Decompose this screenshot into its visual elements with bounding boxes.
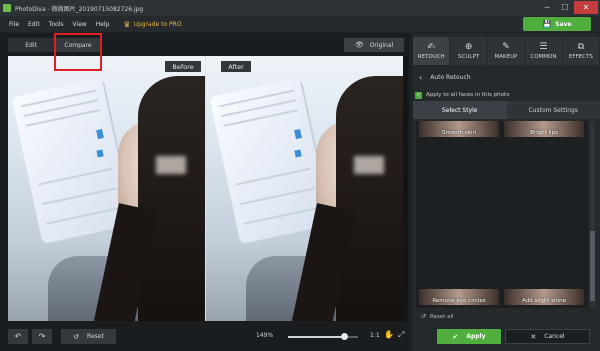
save-icon: 💾	[542, 20, 552, 28]
save-label: Save	[555, 20, 572, 28]
before-photo	[8, 56, 205, 321]
close-icon: ✕	[530, 332, 537, 341]
save-button[interactable]: 💾 Save	[523, 17, 591, 31]
makeup-icon: ✎	[502, 42, 510, 52]
original-label: Original	[369, 41, 394, 49]
actual-size-button[interactable]: 1:1	[370, 332, 380, 339]
tab-makeup[interactable]: ✎ MAKEUP	[487, 37, 525, 65]
cancel-button[interactable]: ✕ Cancel	[505, 329, 590, 344]
cancel-label: Cancel	[544, 333, 565, 340]
apply-button[interactable]: ✔ Apply	[437, 329, 501, 344]
tools-panel: ✍ RETOUCH ⊕ SCULPT ✎ MAKEUP ☰ COMMON ⧉ EFFECTS ‹ …	[413, 33, 600, 351]
after-label: After	[221, 61, 251, 72]
tab-edit[interactable]: Edit	[8, 38, 54, 52]
style-label: Bright lips	[530, 130, 558, 136]
zoom-level: 149%	[256, 332, 274, 339]
eye-icon: 👁	[354, 41, 364, 49]
fit-screen-icon[interactable]: ⤢	[398, 330, 404, 340]
style-label: Smooth skin	[441, 130, 477, 136]
apply-all-faces-label: Apply to all faces in this photo	[426, 92, 510, 98]
back-arrow-icon[interactable]: ‹	[419, 73, 422, 82]
tool-label: RETOUCH	[417, 54, 445, 60]
sculpt-icon: ⊕	[464, 42, 473, 52]
apply-label: Apply	[466, 333, 486, 340]
style-preset[interactable]: Remove eye circles	[419, 289, 499, 305]
tab-sculpt[interactable]: ⊕ SCULPT	[450, 37, 487, 65]
style-preset[interactable]: Bright lips	[504, 121, 584, 137]
hand-icon[interactable]: ✋	[384, 330, 394, 339]
sliders-icon: ☰	[539, 42, 548, 52]
style-label: Add slight shine	[522, 298, 566, 304]
reset-all-label: Reset all	[430, 313, 454, 320]
upgrade-label: Upgrade to PRO	[133, 20, 182, 28]
after-photo	[206, 56, 403, 321]
compare-highlight-box	[54, 33, 102, 71]
undo-button[interactable]: ↶	[8, 329, 28, 344]
menu-help[interactable]: Help	[96, 21, 110, 28]
menu-edit[interactable]: Edit	[28, 21, 40, 28]
tab-effects[interactable]: ⧉ EFFECTS	[562, 37, 600, 65]
tool-label: SCULPT	[458, 54, 480, 60]
zoom-fill	[288, 336, 344, 338]
upgrade-link[interactable]: ♛ Upgrade to PRO	[123, 20, 181, 29]
bottom-toolbar: ↶ ↷ ↺ Reset 149% 1:1 ✋ ⤢	[8, 329, 408, 345]
apply-all-faces-row[interactable]: ✓ Apply to all faces in this photo	[415, 89, 598, 101]
tab-common[interactable]: ☰ COMMON	[525, 37, 562, 65]
tool-label: EFFECTS	[568, 54, 593, 60]
menu-tools[interactable]: Tools	[49, 21, 64, 28]
retouch-icon: ✍	[427, 42, 435, 52]
effects-icon: ⧉	[577, 42, 585, 52]
tool-tabs: ✍ RETOUCH ⊕ SCULPT ✎ MAKEUP ☰ COMMON ⧉ EFFECTS	[413, 37, 600, 65]
minimize-button[interactable]: ─	[538, 1, 556, 14]
menu-view[interactable]: View	[72, 21, 86, 28]
tool-label: MAKEUP	[494, 54, 518, 60]
title-bar: PhotoDiva - 微微图片_20190715082726.jpg ─ ☐ …	[0, 0, 600, 16]
style-preset[interactable]: Add slight shine	[504, 289, 584, 305]
menu-file[interactable]: File	[9, 21, 19, 28]
style-tabs: Select Style Custom Settings	[413, 101, 600, 119]
app-logo-icon	[3, 4, 11, 12]
reset-all-icon: ↺	[421, 313, 427, 320]
reset-button[interactable]: ↺ Reset	[61, 329, 116, 344]
redo-icon: ↷	[38, 332, 46, 341]
zoom-slider[interactable]	[288, 333, 358, 340]
scrollbar-thumb[interactable]	[590, 231, 595, 301]
redo-button[interactable]: ↷	[32, 329, 52, 344]
panel-header: ‹ Auto Retouch	[413, 69, 600, 85]
crown-icon: ♛	[123, 19, 131, 29]
window-controls: ─ ☐ ✕	[538, 1, 598, 14]
style-list-scrollbar[interactable]	[590, 121, 595, 308]
close-button[interactable]: ✕	[574, 1, 598, 14]
style-preset[interactable]: Smooth skin	[419, 121, 499, 137]
menu-bar: File Edit Tools View Help ♛ Upgrade to P…	[0, 16, 600, 32]
tab-retouch[interactable]: ✍ RETOUCH	[413, 37, 450, 65]
style-label: Remove eye circles	[432, 298, 486, 304]
check-icon: ✔	[452, 332, 459, 341]
zoom-slider-knob[interactable]	[340, 333, 348, 340]
tab-custom-settings[interactable]: Custom Settings	[506, 101, 600, 119]
before-label: Before	[165, 61, 201, 72]
panel-title: Auto Retouch	[430, 73, 471, 81]
window-title: PhotoDiva - 微微图片_20190715082726.jpg	[15, 5, 144, 13]
reset-icon: ↺	[73, 332, 80, 341]
style-list[interactable]: Smooth skin Bright lips Remove eye circl…	[416, 121, 588, 308]
reset-all-link[interactable]: ↺ Reset all	[421, 313, 454, 320]
tool-label: COMMON	[530, 54, 557, 60]
undo-icon: ↶	[14, 332, 22, 341]
apply-all-faces-checkbox[interactable]: ✓	[415, 91, 422, 99]
original-button[interactable]: 👁 Original	[344, 38, 404, 52]
tab-select-style[interactable]: Select Style	[413, 101, 507, 119]
reset-label: Reset	[87, 333, 104, 340]
editor-area: Edit Compare 👁 Original Before After ↶ ↷…	[0, 33, 410, 351]
image-compare-viewer[interactable]: Before After	[8, 56, 408, 321]
maximize-button[interactable]: ☐	[556, 1, 574, 14]
